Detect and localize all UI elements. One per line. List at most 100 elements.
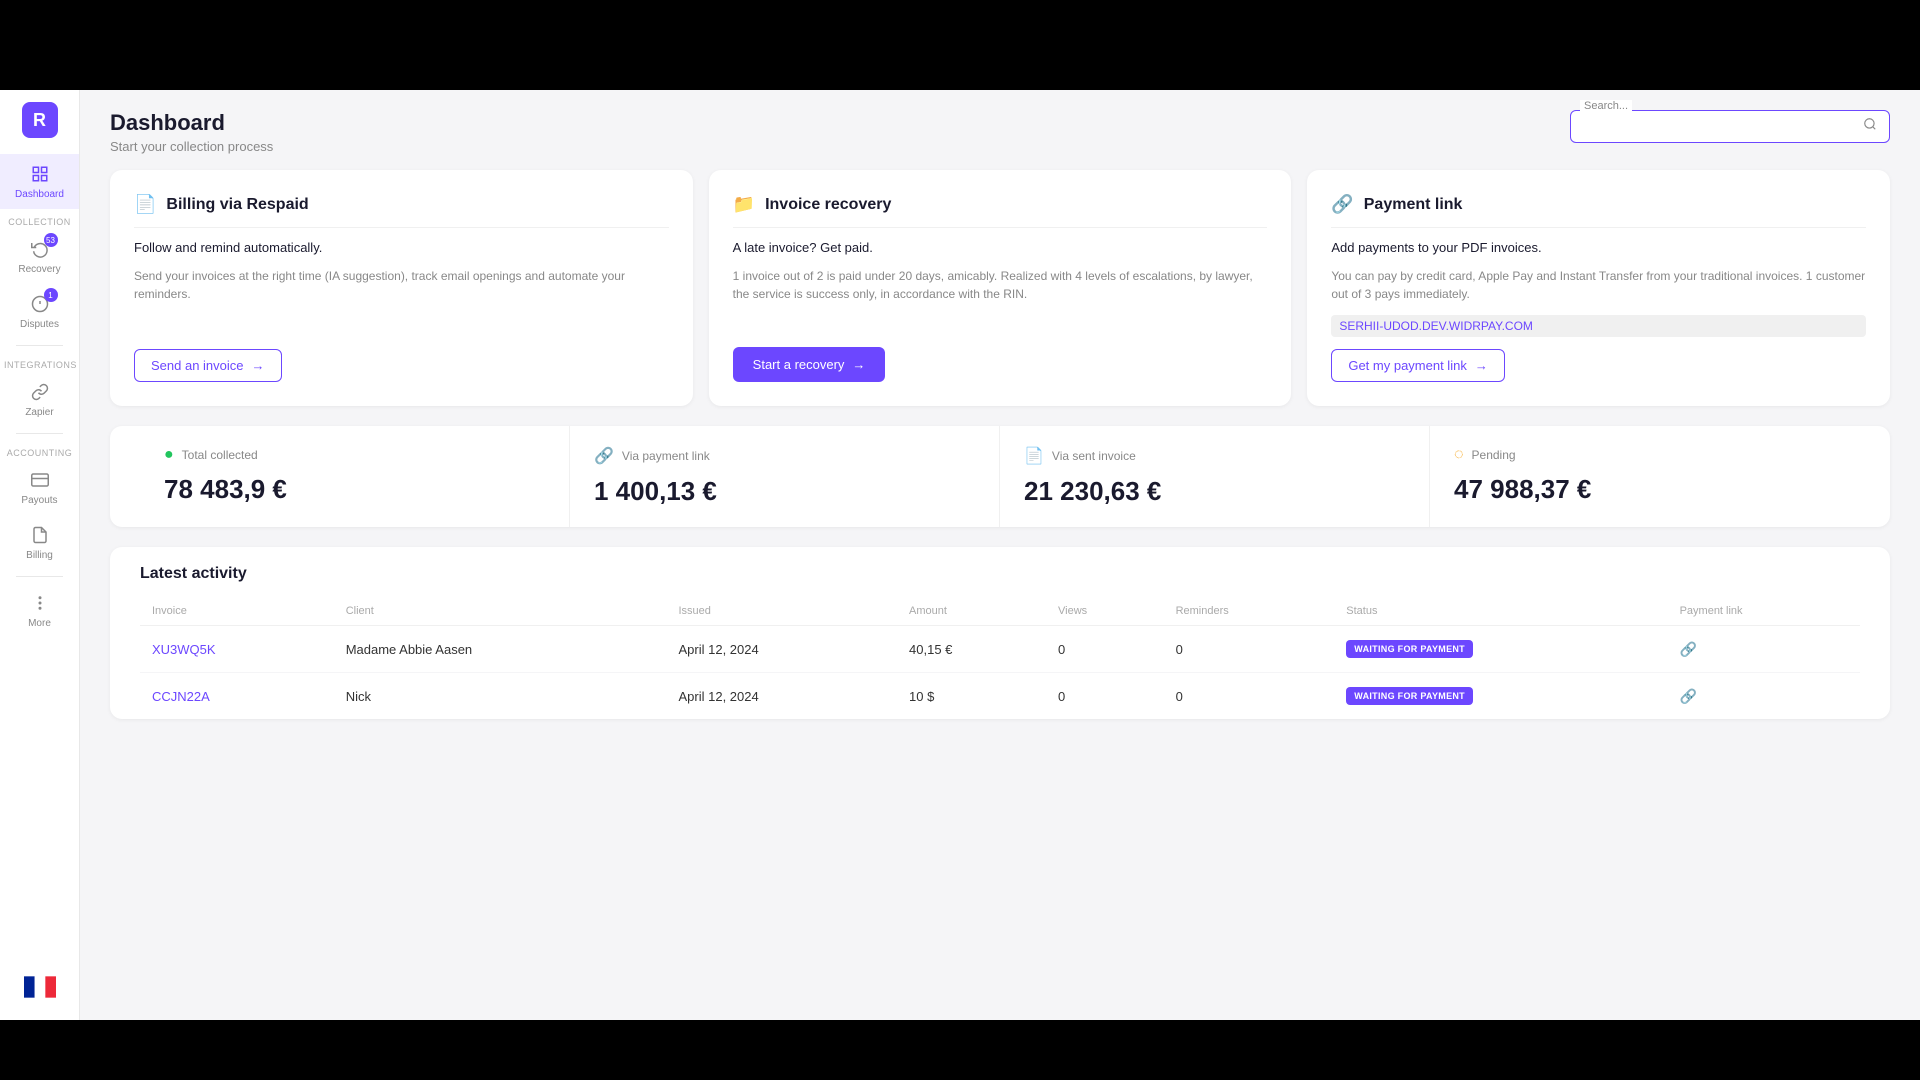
sidebar-item-more[interactable]: More xyxy=(0,583,79,638)
row2-reminders: 0 xyxy=(1164,673,1335,720)
billing-card-desc: Send your invoices at the right time (IA… xyxy=(134,267,669,303)
sidebar-item-payouts-label: Payouts xyxy=(21,495,57,507)
stat-payment-link-label-row: 🔗 Via payment link xyxy=(594,446,975,466)
billing-card-main-text: Follow and remind automatically. xyxy=(134,240,669,255)
recovery-icon: 53 xyxy=(28,237,52,261)
col-status: Status xyxy=(1334,597,1667,626)
sidebar: R Dashboard COLLECTION 53 Recovery 1 xyxy=(0,90,80,1020)
sent-invoice-stat-icon: 📄 xyxy=(1024,446,1044,466)
activity-section: Latest activity Invoice Client Issued Am… xyxy=(110,547,1890,719)
app-logo[interactable]: R xyxy=(22,102,58,138)
col-views: Views xyxy=(1046,597,1164,626)
billing-card-header: 📄 Billing via Respaid xyxy=(134,194,669,215)
sidebar-item-more-label: More xyxy=(28,618,51,630)
stat-pending: ◌ Pending 47 988,37 € xyxy=(1430,426,1860,527)
stat-sent-invoice-label-row: 📄 Via sent invoice xyxy=(1024,446,1405,466)
page-subtitle: Start your collection process xyxy=(110,139,273,154)
search-box[interactable]: Search... xyxy=(1570,110,1890,143)
cards-row: 📄 Billing via Respaid Follow and remind … xyxy=(80,170,1920,406)
payment-link-url: SERHII-UDOD.DEV.WIDRPAY.COM xyxy=(1331,315,1866,337)
stat-total-collected: ● Total collected 78 483,9 € xyxy=(140,426,570,527)
send-invoice-label: Send an invoice xyxy=(151,358,244,373)
col-payment-link: Payment link xyxy=(1668,597,1860,626)
collection-section-label: COLLECTION xyxy=(0,209,79,229)
row1-status: WAITING FOR PAYMENT xyxy=(1334,626,1667,673)
dashboard-icon xyxy=(28,162,52,186)
recovery-card-header: 📁 Invoice recovery xyxy=(733,194,1268,215)
sidebar-item-zapier[interactable]: Zapier xyxy=(0,372,79,427)
recovery-card-divider xyxy=(733,227,1268,228)
payment-link-stat-icon: 🔗 xyxy=(594,446,614,466)
billing-card-icon: 📄 xyxy=(134,194,156,215)
recovery-badge: 53 xyxy=(44,233,58,247)
payouts-icon xyxy=(28,468,52,492)
row2-payment-link[interactable]: 🔗 xyxy=(1668,673,1860,720)
send-invoice-button[interactable]: Send an invoice → xyxy=(134,349,282,382)
activity-title: Latest activity xyxy=(140,547,1860,597)
payment-link-card-divider xyxy=(1331,227,1866,228)
total-collected-value: 78 483,9 € xyxy=(164,474,545,505)
billing-card: 📄 Billing via Respaid Follow and remind … xyxy=(110,170,693,406)
row1-views: 0 xyxy=(1046,626,1164,673)
col-issued: Issued xyxy=(667,597,898,626)
sidebar-item-recovery[interactable]: 53 Recovery xyxy=(0,229,79,284)
payment-link-card-icon: 🔗 xyxy=(1331,194,1353,215)
sent-invoice-stat-label: Via sent invoice xyxy=(1052,449,1136,463)
pending-stat-value: 47 988,37 € xyxy=(1454,474,1836,505)
row1-invoice[interactable]: XU3WQ5K xyxy=(140,626,334,673)
row2-amount: 10 $ xyxy=(897,673,1046,720)
sidebar-divider-3 xyxy=(16,576,63,577)
search-label: Search... xyxy=(1580,100,1632,112)
row2-link-icon[interactable]: 🔗 xyxy=(1680,688,1697,704)
table-row: XU3WQ5K Madame Abbie Aasen April 12, 202… xyxy=(140,626,1860,673)
stat-pending-label-row: ◌ Pending xyxy=(1454,446,1836,464)
payment-link-stat-label: Via payment link xyxy=(622,449,710,463)
row2-views: 0 xyxy=(1046,673,1164,720)
stat-via-sent-invoice: 📄 Via sent invoice 21 230,63 € xyxy=(1000,426,1430,527)
search-wrapper: Search... xyxy=(1570,110,1890,143)
row2-client: Nick xyxy=(334,673,667,720)
sidebar-item-billing[interactable]: Billing xyxy=(0,515,79,570)
start-recovery-button[interactable]: Start a recovery → xyxy=(733,347,886,382)
row1-link-icon[interactable]: 🔗 xyxy=(1680,641,1697,657)
get-payment-link-button[interactable]: Get my payment link → xyxy=(1331,349,1505,382)
sidebar-item-payouts[interactable]: Payouts xyxy=(0,460,79,515)
payment-link-card-title: Payment link xyxy=(1364,196,1463,214)
top-bar xyxy=(0,0,1920,90)
row1-client: Madame Abbie Aasen xyxy=(334,626,667,673)
row1-payment-link[interactable]: 🔗 xyxy=(1668,626,1860,673)
language-flag[interactable] xyxy=(24,976,56,1008)
table-row: CCJN22A Nick April 12, 2024 10 $ 0 0 WAI… xyxy=(140,673,1860,720)
recovery-card-icon: 📁 xyxy=(733,194,755,215)
sidebar-item-recovery-label: Recovery xyxy=(18,264,60,276)
search-input[interactable] xyxy=(1583,119,1855,134)
page-header: Dashboard Start your collection process … xyxy=(80,90,1920,170)
col-invoice: Invoice xyxy=(140,597,334,626)
payment-link-card-main-text: Add payments to your PDF invoices. xyxy=(1331,240,1866,255)
sidebar-item-dashboard-label: Dashboard xyxy=(15,189,64,201)
sidebar-item-disputes-label: Disputes xyxy=(20,319,59,331)
arrow-icon: → xyxy=(252,358,265,373)
disputes-badge: 1 xyxy=(44,288,58,302)
row2-invoice[interactable]: CCJN22A xyxy=(140,673,334,720)
row1-issued: April 12, 2024 xyxy=(667,626,898,673)
recovery-card: 📁 Invoice recovery A late invoice? Get p… xyxy=(709,170,1292,406)
arrow-icon-2: → xyxy=(852,357,865,372)
arrow-icon-3: → xyxy=(1475,358,1488,373)
billing-card-title: Billing via Respaid xyxy=(166,196,308,214)
main-content: Dashboard Start your collection process … xyxy=(80,90,1920,1020)
row1-reminders: 0 xyxy=(1164,626,1335,673)
sidebar-divider-2 xyxy=(16,433,63,434)
sidebar-item-disputes[interactable]: 1 Disputes xyxy=(0,284,79,339)
disputes-icon: 1 xyxy=(28,292,52,316)
search-icon xyxy=(1863,117,1877,136)
payment-link-card-desc: You can pay by credit card, Apple Pay an… xyxy=(1331,267,1866,303)
table-body: XU3WQ5K Madame Abbie Aasen April 12, 202… xyxy=(140,626,1860,720)
sidebar-item-dashboard[interactable]: Dashboard xyxy=(0,154,79,209)
recovery-card-title: Invoice recovery xyxy=(765,196,891,214)
get-payment-link-label: Get my payment link xyxy=(1348,358,1467,373)
pending-stat-icon: ◌ xyxy=(1454,446,1464,464)
start-recovery-label: Start a recovery xyxy=(753,357,845,372)
billing-icon xyxy=(28,523,52,547)
col-amount: Amount xyxy=(897,597,1046,626)
